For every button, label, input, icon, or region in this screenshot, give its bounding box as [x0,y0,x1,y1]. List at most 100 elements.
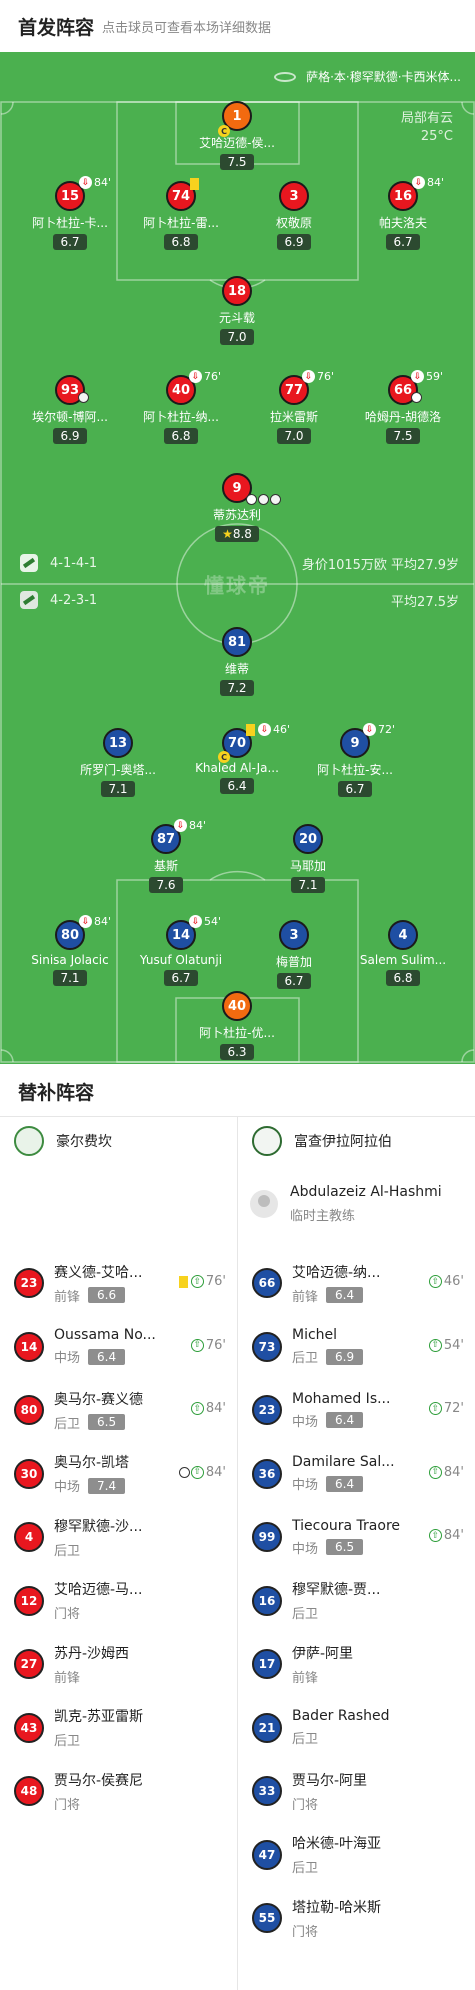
home-team-header[interactable]: 豪尔费坎 [14,1126,112,1156]
sub-in-icon: ⇧ [190,1338,204,1352]
sub-player-position: 后卫 [54,1416,81,1432]
sub-player-position: 中场 [54,1351,81,1366]
player-rating: 6.7 [386,234,420,250]
ball-icon [178,1466,190,1478]
player-away-80[interactable]: 80 Sinisa Jolacic 7.1 [10,920,130,986]
player-home-18[interactable]: 18 元斗载 7.0 [177,276,297,345]
sub-player-number: 99 [252,1522,282,1552]
weather: 局部有云 25°C [401,110,453,146]
player-rating: 7.6 [149,877,183,893]
sub-player-number: 23 [14,1268,44,1298]
sub-in-time: 54' [443,1337,464,1353]
player-away-20[interactable]: 20 马耶加 7.1 [248,824,368,893]
sub-in-time: 72' [443,1401,464,1416]
sub-out-icon: ⇩ [189,915,202,928]
player-number: 40 [222,991,252,1021]
player-away-3[interactable]: 3 梅普加 6.7 [234,920,354,989]
sub-player-row[interactable]: 4 穆罕默德-沙... 后卫 [14,1505,226,1569]
player-rating: 7.5 [386,428,420,444]
player-away-13[interactable]: 13 所罗门-奥塔... 7.1 [58,728,178,797]
sub-event: ⇧ 84' [428,1465,464,1480]
sub-player-row[interactable]: 36 Damilare Sal... 中场 6.4 ⇧ 84' [252,1442,464,1506]
sub-player-row[interactable]: 80 奥马尔-赛义德 后卫 6.5 ⇧ 84' [14,1378,226,1442]
sub-in-time: 84' [443,1528,464,1543]
sub-player-row[interactable]: 27 苏丹-沙姆西 前锋 [14,1632,226,1696]
sub-player-name: 凯克-苏亚雷斯 [54,1709,144,1725]
away-team-header[interactable]: 富查伊拉阿拉伯 [252,1126,392,1156]
sub-out-icon: ⇩ [189,370,202,383]
sub-player-position: 前锋 [292,1289,319,1305]
player-name: Salem Sulim... [359,953,447,967]
sub-in-icon: ⇧ [428,1465,442,1479]
sub-player-row[interactable]: 33 贾马尔-阿里 门将 [252,1759,464,1823]
player-away-9[interactable]: 9 阿卜杜拉-安... 6.7 [295,728,415,797]
sub-player-number: 55 [252,1903,282,1933]
sub-time: 84' [94,915,112,928]
player-away-81[interactable]: 81 维蒂 7.2 [177,627,297,696]
away-team-logo-icon [20,591,38,609]
sub-player-rating: 6.5 [88,1414,126,1430]
coach-row[interactable]: Abdulazeiz Al-Hashmi 临时主教练 [250,1184,442,1224]
player-home-77[interactable]: 77 拉米雷斯 7.0 [234,375,354,444]
player-home-74[interactable]: 74 阿卜杜拉-雷... 6.8 [121,181,241,250]
sub-in-icon: ⇧ [428,1338,442,1352]
home-team-logo-icon [14,1126,44,1156]
home-team-logo-icon [20,554,38,572]
sub-player-row[interactable]: 17 伊萨-阿里 前锋 [252,1632,464,1696]
sub-player-name: 赛义德-艾哈... [54,1264,143,1281]
sub-player-row[interactable]: 23 Mohamed Is... 中场 6.4 ⇧ 72' [252,1378,464,1442]
sub-player-row[interactable]: 55 塔拉勒-哈米斯 门将 [252,1886,464,1950]
player-away-40[interactable]: 40 阿卜杜拉-优... 6.3 [177,991,297,1060]
player-rating: 6.7 [164,970,198,986]
sub-player-number: 47 [252,1839,282,1870]
player-rating-value: 8.8 [232,527,252,541]
player-rating: 7.1 [101,781,135,797]
sub-player-row[interactable]: 73 Michel 后卫 6.9 ⇧ 54' [252,1315,464,1379]
player-away-87[interactable]: 87 基斯 7.6 [106,824,226,893]
player-away-14[interactable]: 14 Yusuf Olatunji 6.7 [121,920,241,986]
sub-player-row[interactable]: 23 赛义德-艾哈... 前锋 6.6 ⇧ 76' [14,1251,226,1315]
player-home-93[interactable]: 93 埃尔顿-博阿... 6.9 [10,375,130,444]
sub-player-row[interactable]: 12 艾哈迈德-马... 门将 [14,1569,226,1633]
player-home-40[interactable]: 40 阿卜杜拉-纳... 6.8 [121,375,241,444]
away-formation-row: 4-2-3-1 [20,591,97,609]
sub-event: ⇩ 76' [302,370,334,383]
sub-player-row[interactable]: 30 奥马尔-凯塔 中场 7.4 ⇧ 84' [14,1442,226,1506]
sub-player-position: 中场 [54,1480,81,1495]
sub-player-name: 苏丹-沙姆西 [54,1645,130,1662]
sub-player-rating: 6.4 [326,1475,364,1492]
sub-player-row[interactable]: 47 哈米德-叶海亚 后卫 [252,1823,464,1887]
player-home-15[interactable]: 15 阿卜杜拉-卡... 6.7 [10,181,130,250]
player-name: 蒂苏达利 [212,508,261,522]
sub-player-row[interactable]: 48 贾马尔-侯赛尼 门将 [14,1759,226,1823]
player-away-70[interactable]: 70 Khaled Al-Ja... 6.4 [177,728,297,794]
player-home-3[interactable]: 3 权敬原 6.9 [234,181,354,250]
sub-event: ⇧ 84' [428,1528,464,1543]
sub-player-row[interactable]: 66 艾哈迈德-纳... 前锋 6.4 ⇧ 46' [252,1251,464,1315]
sub-in-icon: ⇧ [190,1275,204,1288]
sub-player-position: 后卫 [292,1861,319,1876]
player-number: 4 [388,920,418,950]
sub-player-position: 后卫 [292,1607,319,1622]
lineup-subtitle: 点击球员可查看本场详细数据 [102,20,272,36]
sub-player-number: 36 [252,1458,282,1489]
assist-event [78,392,90,403]
player-away-4[interactable]: 4 Salem Sulim... 6.8 [343,920,463,986]
sub-out-icon: ⇩ [302,370,315,383]
player-home-1[interactable]: 1 艾哈迈德-侯... 7.5 [177,101,297,170]
sub-player-row[interactable]: 14 Oussama No... 中场 6.4 ⇧ 76' [14,1315,226,1379]
sub-player-row[interactable]: 99 Tiecoura Traore 中场 6.5 ⇧ 84' [252,1505,464,1569]
sub-player-row[interactable]: 21 Bader Rashed 后卫 [252,1696,464,1760]
player-name: 基斯 [153,859,178,873]
player-name: 阿卜杜拉-卡... [32,216,108,230]
away-team-logo-icon [252,1126,282,1156]
player-home-16[interactable]: 16 帕夫洛夫 6.7 [343,181,463,250]
sub-player-row[interactable]: 43 凯克-苏亚雷斯 后卫 [14,1696,226,1760]
sub-player-name: 奥马尔-凯塔 [54,1455,130,1471]
player-home-66[interactable]: 66 哈姆丹-胡德洛 7.5 [343,375,463,444]
player-rating: 7.1 [291,877,325,893]
sub-time: 76' [317,370,335,383]
player-home-9[interactable]: 9 蒂苏达利 ★8.8 [177,473,297,542]
sub-player-row[interactable]: 16 穆罕默德-贾... 后卫 [252,1569,464,1633]
weather-temp: 25°C [420,129,453,144]
